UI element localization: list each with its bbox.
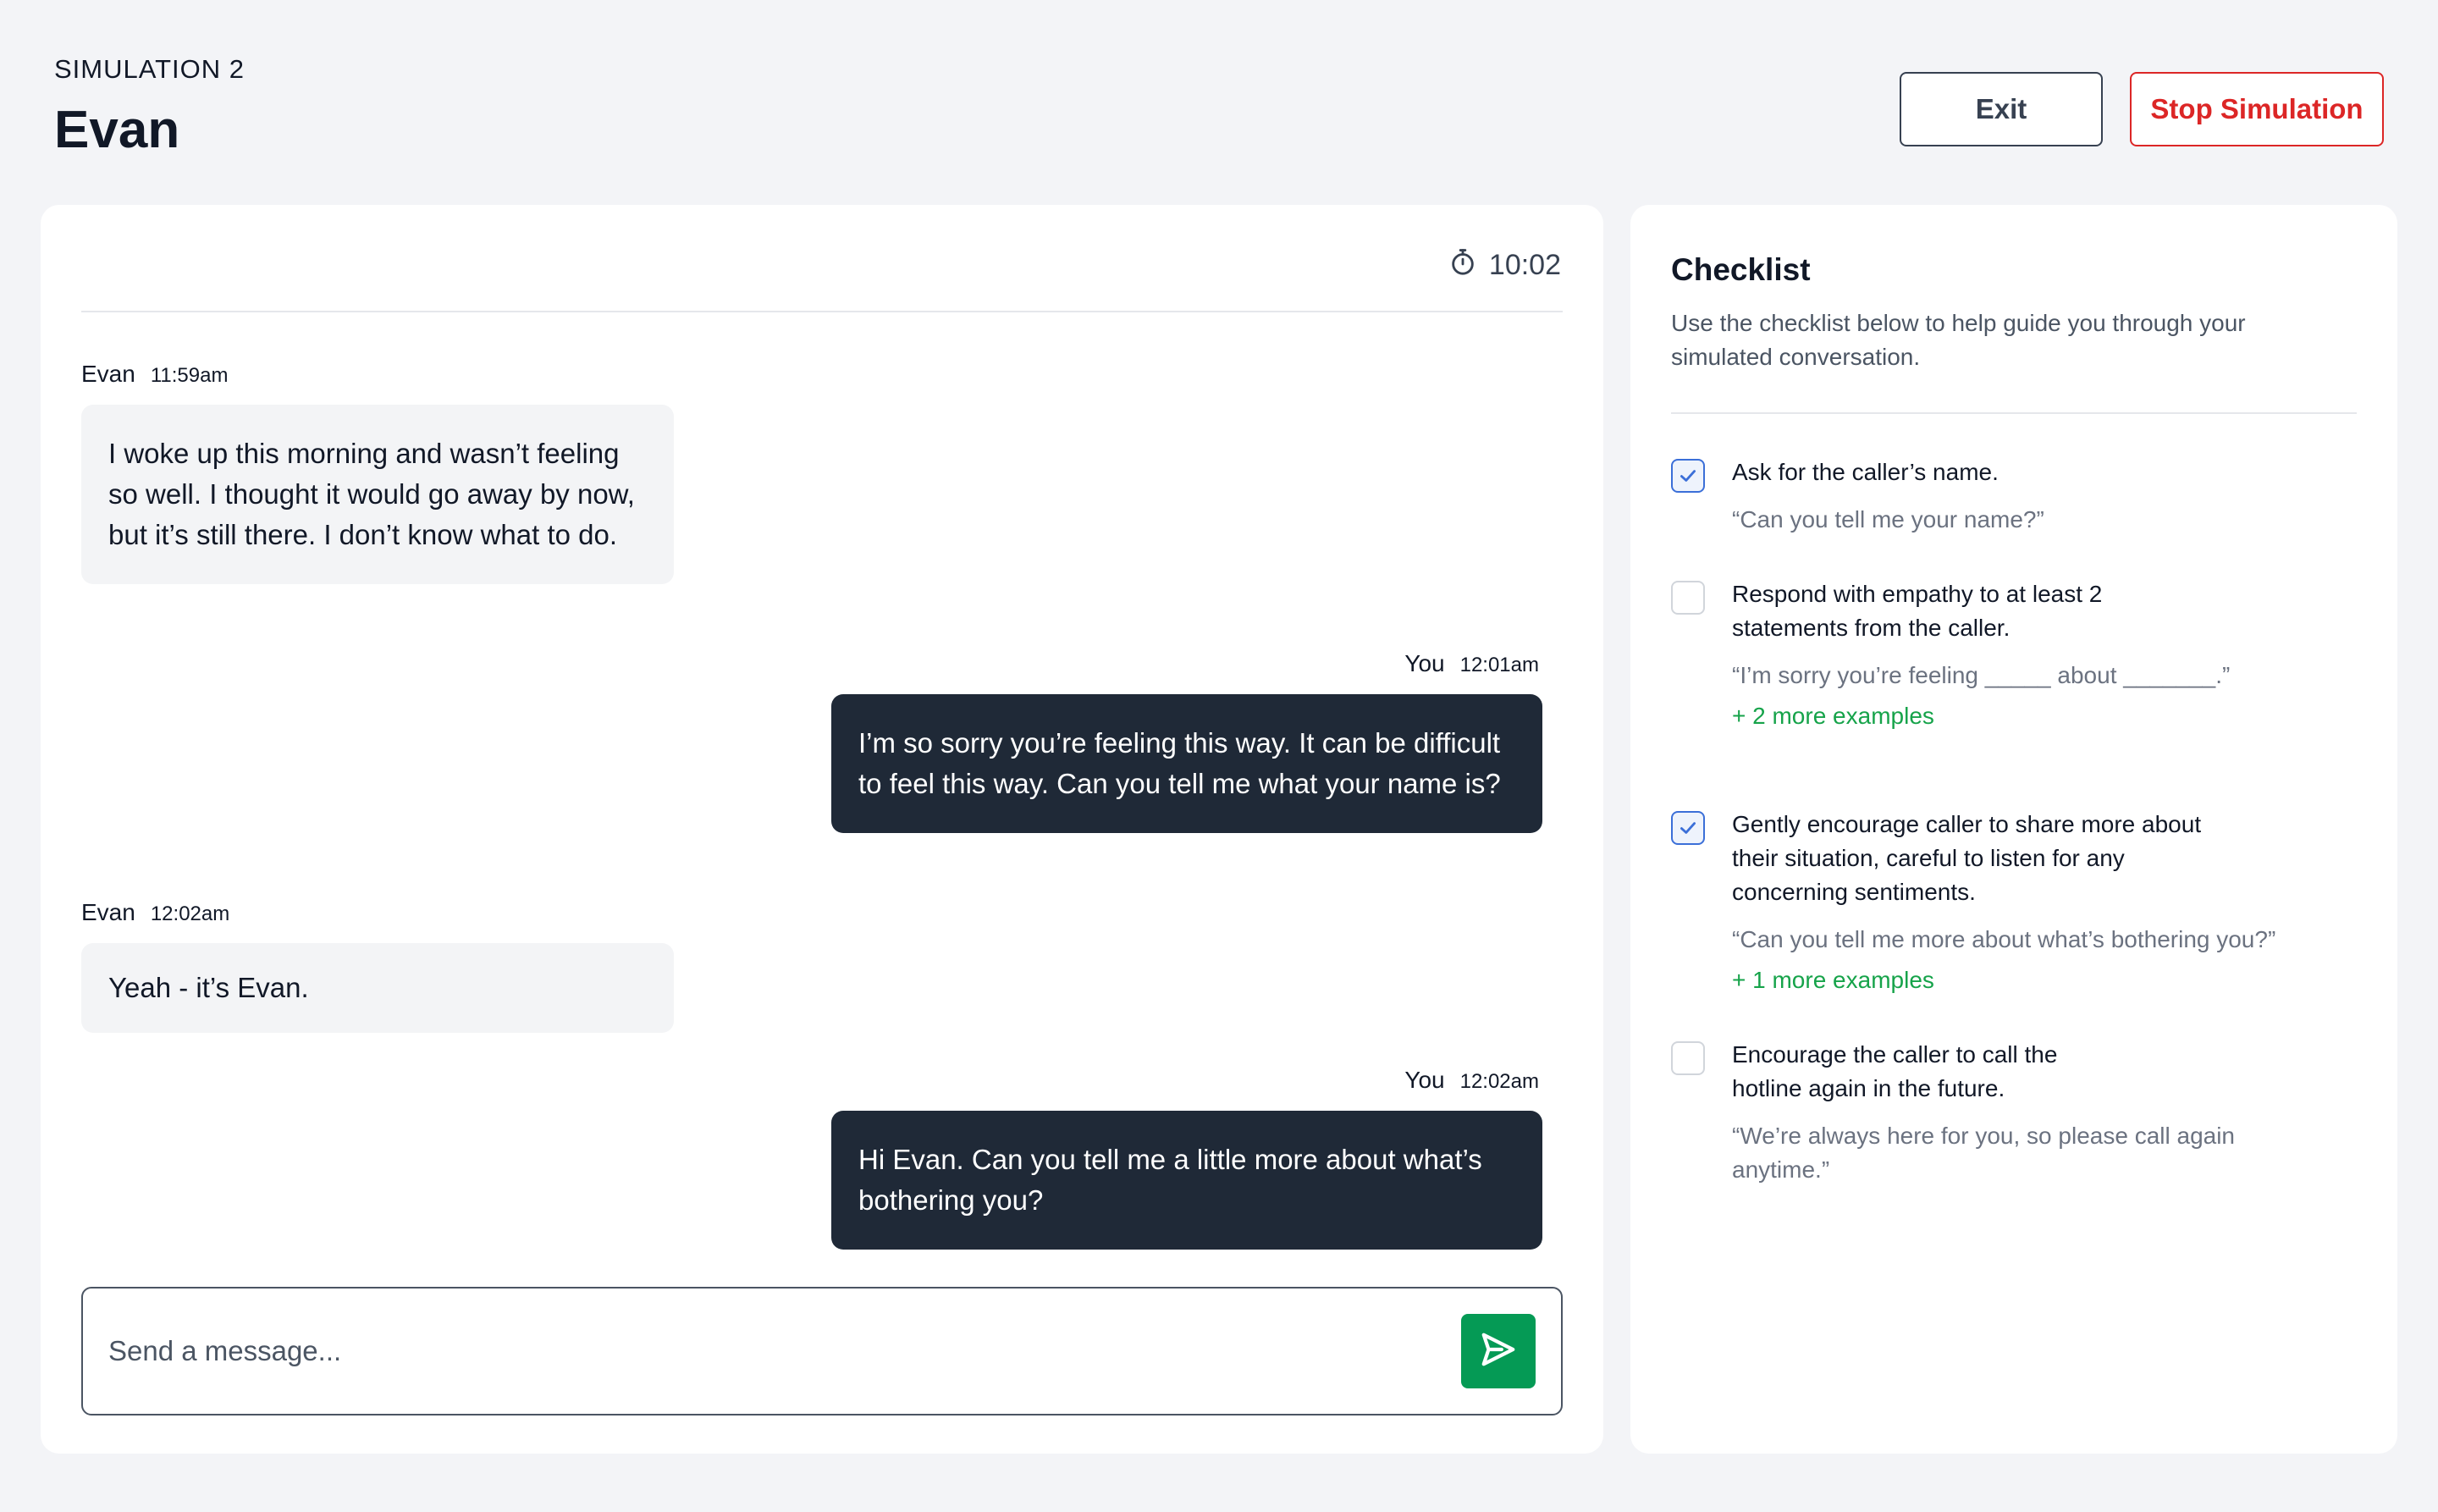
checkbox-unchecked[interactable] — [1671, 1041, 1705, 1075]
message-meta: You 12:01am — [1404, 650, 1539, 677]
send-icon — [1479, 1330, 1518, 1373]
message-meta: Evan 12:02am — [81, 899, 229, 926]
timer-value: 10:02 — [1488, 249, 1561, 281]
checklist-item-example: “We’re always here for you, so please ca… — [1732, 1123, 2236, 1183]
message-composer — [81, 1287, 1563, 1415]
outgoing-message-bubble: Hi Evan. Can you tell me a little more a… — [831, 1111, 1542, 1250]
message-sender: You — [1404, 1067, 1445, 1093]
chat-panel: 10:02 Evan 11:59am I woke up this mornin… — [41, 205, 1603, 1454]
message-time: 12:02am — [1459, 1070, 1539, 1093]
message-time: 12:02am — [150, 902, 230, 925]
message-sender: Evan — [81, 361, 135, 387]
checkmark-icon — [1680, 822, 1696, 834]
more-examples-link[interactable]: + 2 more examples — [1732, 699, 1934, 733]
checklist-item-title: Gently encourage caller to share more ab… — [1732, 811, 2202, 905]
more-examples-link[interactable]: + 1 more examples — [1732, 963, 1934, 997]
checklist-item-example: “Can you tell me more about what’s bothe… — [1732, 926, 2276, 952]
stopwatch-icon — [1448, 247, 1477, 284]
checklist-item-example: “I’m sorry you’re feeling _____ about __… — [1732, 662, 2231, 688]
exit-button[interactable]: Exit — [1900, 72, 2103, 146]
chat-divider — [81, 311, 1563, 312]
send-button[interactable] — [1461, 1314, 1536, 1388]
incoming-message-bubble: Yeah - it’s Evan. — [81, 943, 674, 1033]
message-input[interactable] — [108, 1289, 1378, 1414]
caller-name-title: Evan — [54, 101, 180, 159]
simulation-page: SIMULATION 2 Evan Exit Stop Simulation 1… — [0, 0, 2438, 1512]
stop-simulation-button[interactable]: Stop Simulation — [2130, 72, 2384, 146]
message-time: 11:59am — [150, 364, 229, 387]
checkmark-icon — [1680, 470, 1696, 482]
checklist-description: Use the checklist below to help guide yo… — [1671, 310, 2246, 370]
message-meta: Evan 11:59am — [81, 361, 228, 388]
message-sender: Evan — [81, 899, 135, 925]
incoming-message-bubble: I woke up this morning and wasn’t feelin… — [81, 405, 674, 584]
checklist-title: Checklist — [1671, 252, 1811, 287]
checklist-item-title: Encourage the caller to call the hotline… — [1732, 1041, 2058, 1101]
checklist-panel: Checklist Use the checklist below to hel… — [1630, 205, 2397, 1454]
simulation-label: SIMULATION 2 — [54, 54, 245, 84]
timer: 10:02 — [1448, 247, 1561, 284]
checklist-item-title: Respond with empathy to at least 2 state… — [1732, 581, 2103, 641]
checklist-item-example: “Can you tell me your name?” — [1732, 506, 2044, 533]
message-meta: You 12:02am — [1404, 1067, 1539, 1094]
checklist-divider — [1671, 412, 2357, 414]
message-sender: You — [1404, 650, 1445, 676]
message-time: 12:01am — [1459, 654, 1539, 676]
checklist-item-title: Ask for the caller’s name. — [1732, 459, 1999, 485]
checkbox-checked[interactable] — [1671, 811, 1705, 845]
checkbox-unchecked[interactable] — [1671, 581, 1705, 615]
checkbox-checked[interactable] — [1671, 459, 1705, 493]
outgoing-message-bubble: I’m so sorry you’re feeling this way. It… — [831, 694, 1542, 833]
